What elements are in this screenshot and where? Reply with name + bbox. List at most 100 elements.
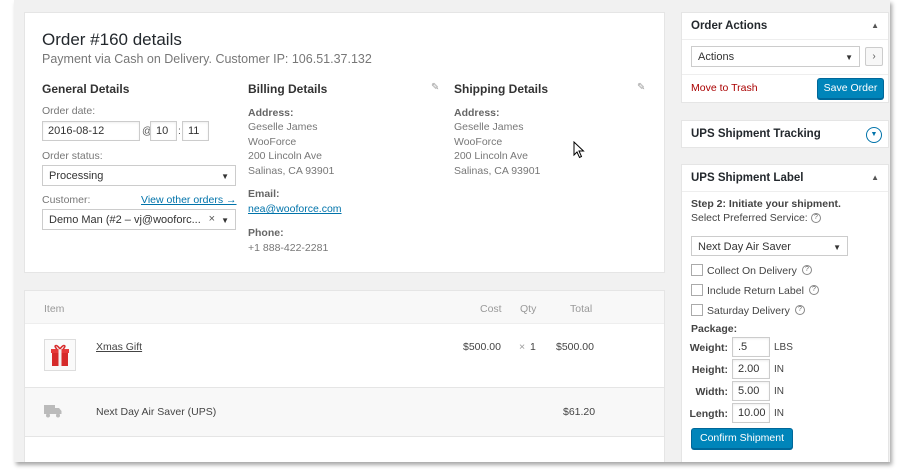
view-other-orders-link[interactable]: View other orders → — [141, 194, 237, 206]
confirm-shipment-button[interactable]: Confirm Shipment — [691, 428, 793, 449]
step-instruction: Step 2: Initiate your shipment. — [691, 198, 841, 210]
order-details-panel: Order #160 details Payment via Cash on D… — [24, 12, 665, 273]
edit-billing-pencil-icon[interactable]: ✎ — [431, 82, 439, 93]
product-thumbnail — [44, 339, 76, 371]
product-total: $500.00 — [556, 341, 594, 353]
length-input[interactable]: 10.00 — [732, 403, 770, 423]
time-colon: : — [178, 125, 181, 137]
total-column-header: Total — [570, 303, 593, 315]
height-unit: IN — [774, 364, 784, 375]
billing-address-line: Geselle James — [248, 121, 318, 133]
product-name-link[interactable]: Xmas Gift — [96, 341, 142, 353]
help-icon[interactable]: ? — [802, 265, 812, 275]
chevron-down-icon: ▼ — [833, 243, 841, 252]
ups-label-header[interactable]: UPS Shipment Label ▲ — [682, 165, 888, 192]
order-actions-value: Actions — [698, 51, 735, 63]
width-label: Width: — [695, 386, 728, 398]
order-status-select[interactable]: Processing ▼ — [42, 165, 236, 186]
shipping-details-heading: Shipping Details — [454, 82, 549, 96]
order-actions-title: Order Actions — [691, 20, 768, 32]
billing-email-link[interactable]: nea@wooforce.com — [248, 202, 342, 217]
save-order-button[interactable]: Save Order — [817, 78, 884, 99]
order-minute-input[interactable]: 11 — [182, 121, 209, 141]
order-date-input[interactable]: 2016-08-12 — [42, 121, 140, 141]
weight-label: Weight: — [689, 342, 728, 354]
chevron-down-icon: ▼ — [221, 216, 229, 225]
saturday-delivery-label: Saturday Delivery — [707, 305, 790, 317]
app-window: Order #160 details Payment via Cash on D… — [14, 0, 890, 462]
service-value: Next Day Air Saver — [698, 241, 791, 253]
order-actions-header[interactable]: Order Actions ▲ — [682, 13, 888, 40]
product-cost: $500.00 — [463, 341, 501, 353]
move-to-trash-link[interactable]: Move to Trash — [691, 82, 758, 94]
collapse-arrow-icon[interactable]: ▲ — [871, 173, 879, 182]
include-return-label-label: Include Return Label — [707, 285, 804, 297]
apply-action-button[interactable]: › — [865, 47, 883, 66]
order-date-label: Order date: — [42, 105, 96, 117]
order-subtitle: Payment via Cash on Delivery. Customer I… — [42, 52, 372, 66]
weight-input[interactable]: .5 — [732, 337, 770, 357]
saturday-delivery-checkbox[interactable] — [691, 304, 703, 316]
expand-arrow-icon[interactable]: ▼ — [866, 127, 882, 143]
cost-column-header: Cost — [480, 303, 502, 315]
shipping-method-name: Next Day Air Saver (UPS) — [96, 406, 217, 418]
billing-address-line: 200 Lincoln Ave — [248, 150, 322, 162]
shipping-address-line: 200 Lincoln Ave — [454, 150, 528, 162]
order-status-label: Order status: — [42, 150, 103, 162]
order-status-value: Processing — [49, 170, 104, 182]
shipping-address-line: WooForce — [454, 135, 503, 148]
shipping-address-line: Geselle James — [454, 121, 524, 133]
collapse-arrow-icon[interactable]: ▲ — [871, 21, 879, 30]
help-icon[interactable]: ? — [811, 213, 821, 223]
edit-shipping-pencil-icon[interactable]: ✎ — [637, 82, 645, 93]
clear-icon[interactable]: × — [209, 212, 215, 226]
height-input[interactable]: 2.00 — [732, 359, 770, 379]
table-row: Next Day Air Saver (UPS) $61.20 — [25, 387, 664, 437]
qty-column-header: Qty — [520, 303, 537, 315]
help-icon[interactable]: ? — [809, 285, 819, 295]
collect-on-delivery-label: Collect On Delivery — [707, 265, 797, 277]
truck-icon — [44, 405, 62, 418]
product-qty: 1 — [530, 341, 536, 353]
ups-label-title: UPS Shipment Label — [691, 172, 804, 184]
billing-details-heading: Billing Details — [248, 82, 328, 96]
customer-select[interactable]: Demo Man (#2 – vj@wooforc... × ▼ — [42, 209, 236, 230]
help-icon[interactable]: ? — [795, 305, 805, 315]
width-input[interactable]: 5.00 — [732, 381, 770, 401]
item-column-header: Item — [44, 303, 65, 315]
items-table-header: Item Cost Qty Total — [25, 291, 664, 324]
customer-label: Customer: — [42, 194, 91, 206]
billing-address-line: Salinas, CA 93901 — [248, 164, 335, 177]
order-hour-input[interactable]: 10 — [150, 121, 177, 141]
mouse-cursor-icon — [573, 141, 585, 159]
weight-unit: LBS — [774, 342, 793, 353]
ups-tracking-header[interactable]: UPS Shipment Tracking — [682, 121, 888, 148]
ups-tracking-title: UPS Shipment Tracking — [691, 128, 821, 140]
service-label: Select Preferred Service: — [691, 212, 808, 224]
billing-phone-label: Phone: — [248, 227, 284, 239]
billing-phone-value: +1 888-422-2281 — [248, 242, 329, 254]
include-return-label-checkbox[interactable] — [691, 284, 703, 296]
shipping-total: $61.20 — [563, 406, 596, 418]
width-unit: IN — [774, 386, 784, 397]
chevron-down-icon: ▼ — [845, 53, 853, 62]
ups-tracking-panel: UPS Shipment Tracking ▼ — [681, 120, 889, 148]
chevron-down-icon: ▼ — [221, 172, 229, 181]
qty-times-symbol: × — [519, 341, 526, 353]
billing-address-line: WooForce — [248, 135, 297, 148]
order-actions-panel: Order Actions ▲ Actions ▼ › Move to Tras… — [681, 12, 889, 103]
order-items-panel: Item Cost Qty Total Xmas Gift $500.00 × … — [24, 290, 665, 462]
height-label: Height: — [691, 364, 728, 376]
service-select[interactable]: Next Day Air Saver ▼ — [691, 236, 848, 256]
ups-label-panel: UPS Shipment Label ▲ Step 2: Initiate yo… — [681, 164, 889, 462]
billing-email-label: Email: — [248, 188, 280, 200]
length-unit: IN — [774, 408, 784, 419]
order-actions-select[interactable]: Actions ▼ — [691, 46, 860, 67]
length-label: Length: — [689, 408, 729, 420]
gift-icon — [51, 344, 69, 366]
divider — [682, 74, 888, 75]
collect-on-delivery-checkbox[interactable] — [691, 264, 703, 276]
billing-address-label: Address: — [248, 107, 294, 119]
page-title: Order #160 details — [42, 30, 182, 49]
package-label: Package: — [691, 323, 738, 335]
